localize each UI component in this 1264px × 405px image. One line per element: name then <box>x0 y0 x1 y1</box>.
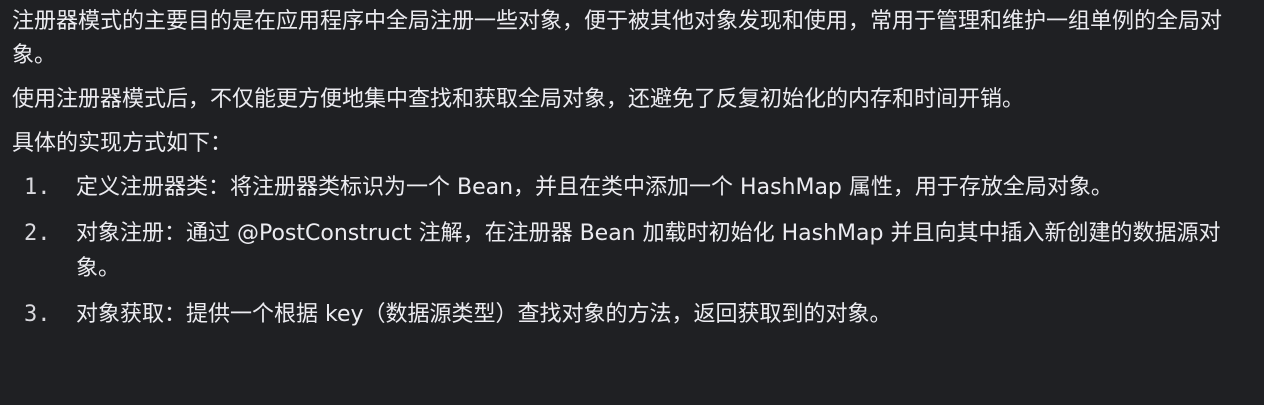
intro-paragraph: 注册器模式的主要目的是在应用程序中全局注册一些对象，便于被其他对象发现和使用，常… <box>12 9 1223 69</box>
implementation-heading: 具体的实现方式如下： <box>12 131 233 157</box>
implementation-list: 1. 定义注册器类：将注册器类标识为一个 Bean，并且在类中添加一个 Hash… <box>12 171 1256 331</box>
list-item-text: 对象获取：提供一个根据 key（数据源类型）查找对象的方法，返回获取到的对象。 <box>76 301 892 327</box>
list-item: 1. 定义注册器类：将注册器类标识为一个 Bean，并且在类中添加一个 Hash… <box>12 171 1256 205</box>
benefit-paragraph: 使用注册器模式后，不仅能更方便地集中查找和获取全局对象，还避免了反复初始化的内存… <box>12 87 1025 113</box>
list-number: 3. <box>24 301 51 327</box>
response-content: 注册器模式的主要目的是在应用程序中全局注册一些对象，便于被其他对象发现和使用，常… <box>12 5 1256 344</box>
list-item: 3. 对象获取：提供一个根据 key（数据源类型）查找对象的方法，返回获取到的对… <box>12 298 1256 332</box>
list-item-text: 对象注册：通过 @PostConstruct 注解，在注册器 Bean 加载时初… <box>76 221 1221 281</box>
list-number: 2. <box>24 221 51 247</box>
list-item: 2. 对象注册：通过 @PostConstruct 注解，在注册器 Bean 加… <box>12 217 1256 285</box>
list-item-text: 定义注册器类：将注册器类标识为一个 Bean，并且在类中添加一个 HashMap… <box>76 175 1113 201</box>
list-number: 1. <box>24 175 51 201</box>
